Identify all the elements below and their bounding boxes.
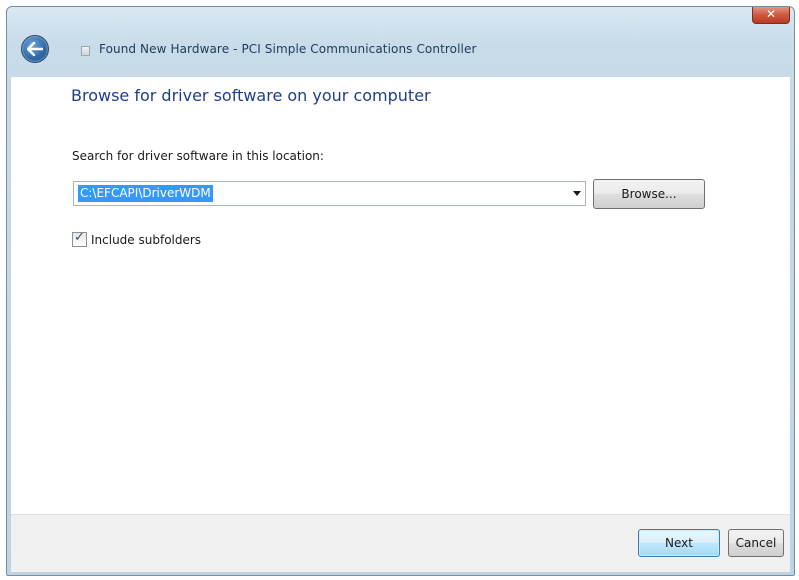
close-button[interactable]: ✕ (752, 7, 790, 24)
chevron-down-icon[interactable] (573, 191, 581, 196)
path-combobox[interactable]: C:\EFCAPI\DriverWDM (73, 181, 586, 206)
close-icon: ✕ (765, 7, 777, 21)
page-heading: Browse for driver software on your compu… (71, 86, 431, 105)
next-button[interactable]: Next (638, 529, 720, 557)
dialog-window: ✕ Found New Hardware - PCI Simple Commun… (6, 6, 795, 576)
browse-button[interactable]: Browse... (593, 179, 705, 209)
window-title: Found New Hardware - PCI Simple Communic… (99, 42, 477, 56)
search-location-label: Search for driver software in this locat… (72, 149, 324, 163)
cancel-button[interactable]: Cancel (728, 529, 784, 557)
checkmark-icon: ✓ (74, 230, 85, 245)
wizard-footer: Next Cancel (11, 514, 790, 572)
back-arrow-icon (27, 42, 43, 56)
path-input-value[interactable]: C:\EFCAPI\DriverWDM (78, 185, 213, 202)
wizard-content: Browse for driver software on your compu… (11, 77, 790, 514)
title-bar: ✕ Found New Hardware - PCI Simple Commun… (7, 7, 794, 77)
include-subfolders-checkbox[interactable]: ✓ (72, 230, 87, 247)
hardware-icon (81, 46, 90, 56)
include-subfolders-label[interactable]: Include subfolders (91, 231, 201, 249)
back-button[interactable] (21, 35, 49, 63)
